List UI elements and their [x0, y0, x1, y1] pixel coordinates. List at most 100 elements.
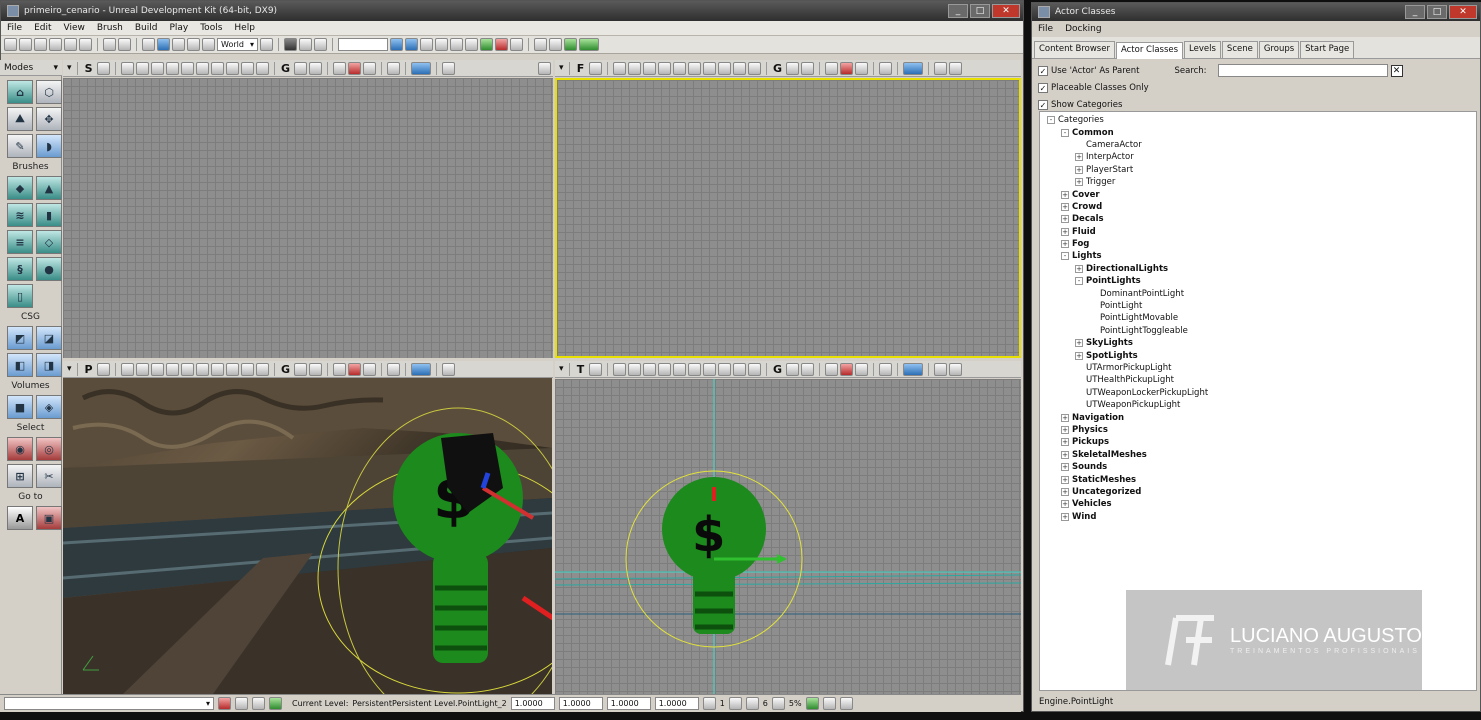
goto-actor-icon[interactable]: A — [7, 506, 33, 530]
lightmap-density-icon[interactable] — [255, 362, 269, 376]
game-view-toggle[interactable]: G — [772, 62, 784, 75]
realtime-icon[interactable] — [588, 61, 602, 75]
detail-lighting-icon[interactable] — [672, 362, 686, 376]
lightmap-density-icon[interactable] — [255, 61, 269, 75]
linear-stair-brush-icon[interactable]: ≡ — [7, 230, 33, 254]
tree-item[interactable]: + PlayerStart — [1040, 164, 1476, 176]
play-in-viewport-icon[interactable] — [410, 362, 431, 376]
shader-complexity-icon[interactable] — [732, 362, 746, 376]
checkbox-checked-icon[interactable]: ✓ — [1038, 65, 1048, 76]
expand-icon[interactable]: + — [1061, 487, 1069, 496]
expand-icon[interactable]: + — [1061, 202, 1069, 211]
wireframe-icon[interactable] — [135, 61, 149, 75]
shader-complexity-icon[interactable] — [240, 61, 254, 75]
cube-brush-icon[interactable]: ◆ — [7, 176, 33, 200]
lit-icon[interactable] — [165, 61, 179, 75]
mesh-paint-mode-icon[interactable]: ✎ — [7, 134, 33, 158]
brush-wireframe-icon[interactable] — [120, 61, 134, 75]
play-in-viewport-icon[interactable] — [902, 362, 923, 376]
eye-icon[interactable] — [800, 61, 814, 75]
status-icon-b[interactable] — [235, 697, 248, 710]
rotate-mode-icon[interactable] — [172, 38, 185, 51]
camera-speed-icon[interactable] — [854, 362, 868, 376]
chevron-down-icon[interactable]: ▾ — [67, 364, 72, 374]
unlit-icon[interactable] — [150, 61, 164, 75]
lit-icon[interactable] — [657, 362, 671, 376]
viewport-options-icon[interactable] — [441, 61, 455, 75]
tree-item[interactable]: - Categories — [1040, 114, 1476, 126]
csg-intersect-icon[interactable]: ◧ — [7, 353, 33, 377]
volumetric-brush-icon[interactable]: ▯ — [7, 284, 33, 308]
lighting-only-icon[interactable] — [687, 61, 701, 75]
scale-value-y[interactable]: 1.0000 — [654, 697, 699, 710]
light-complexity-icon[interactable] — [702, 61, 716, 75]
expand-icon[interactable]: + — [1075, 339, 1083, 348]
viewport-perspective[interactable]: $ — [63, 378, 552, 694]
checkbox-icon[interactable] — [822, 697, 836, 710]
menu-file[interactable]: File — [1032, 24, 1059, 34]
eye-icon[interactable] — [308, 61, 322, 75]
minimize-button[interactable]: _ — [948, 4, 968, 18]
tree-item[interactable]: + Fog — [1040, 238, 1476, 250]
collapse-icon[interactable]: - — [1075, 277, 1083, 286]
light-complexity-icon[interactable] — [210, 362, 224, 376]
tab-start-page[interactable]: Start Page — [1300, 41, 1355, 58]
realtime-icon[interactable] — [96, 362, 110, 376]
cinematic-icon[interactable] — [347, 362, 361, 376]
scale-value-x[interactable]: 1.0000 — [606, 697, 651, 710]
eye-icon[interactable] — [308, 362, 322, 376]
save-icon[interactable] — [49, 38, 62, 51]
wireframe-icon[interactable] — [627, 362, 641, 376]
expand-icon[interactable]: + — [1075, 264, 1083, 273]
brush-wireframe-icon[interactable] — [612, 61, 626, 75]
build-lighting-icon[interactable] — [404, 38, 418, 51]
expand-icon[interactable]: + — [1061, 215, 1069, 224]
cinematic-icon[interactable] — [839, 61, 853, 75]
volume-options-icon[interactable]: ◈ — [36, 395, 62, 419]
angle-icon[interactable] — [745, 697, 759, 710]
goto-builder-brush-icon[interactable]: ▣ — [36, 506, 62, 530]
tree-item[interactable]: + Uncategorized — [1040, 486, 1476, 498]
csg-add-icon[interactable]: ◩ — [7, 326, 33, 350]
tree-item[interactable]: + StaticMeshes — [1040, 473, 1476, 485]
play-in-viewport-icon[interactable] — [410, 61, 431, 75]
chevron-down-icon[interactable]: ▾ — [67, 63, 72, 73]
menu-help[interactable]: Help — [228, 23, 261, 33]
lock-icon[interactable] — [293, 362, 307, 376]
tree-item[interactable]: DominantPointLight — [1040, 287, 1476, 299]
texture-density-icon[interactable] — [225, 362, 239, 376]
light-complexity-icon[interactable] — [702, 362, 716, 376]
expand-icon[interactable]: + — [1061, 240, 1069, 249]
game-view-toggle[interactable]: G — [772, 363, 784, 376]
menu-tools[interactable]: Tools — [194, 23, 228, 33]
maximize-button[interactable]: □ — [970, 4, 990, 18]
tree-item[interactable]: + Physics — [1040, 424, 1476, 436]
shader-complexity-icon[interactable] — [240, 362, 254, 376]
expand-icon[interactable]: + — [1075, 153, 1083, 162]
maximize-viewport-icon[interactable] — [878, 61, 892, 75]
tree-item[interactable]: + SkyLights — [1040, 337, 1476, 349]
drag-grid-slider[interactable] — [337, 38, 388, 51]
find-actors-icon[interactable] — [259, 38, 273, 51]
viewport-type-perspective[interactable]: P — [83, 363, 95, 376]
viewport-type-front[interactable]: F — [575, 62, 587, 75]
expand-icon[interactable]: + — [1075, 351, 1083, 360]
static-mesh-mode-icon[interactable]: ◗ — [36, 134, 62, 158]
maximize-viewport-icon[interactable] — [878, 362, 892, 376]
new-map-icon[interactable] — [4, 38, 17, 51]
game-view-toggle[interactable]: G — [280, 62, 292, 75]
show-selected-icon[interactable]: ◉ — [7, 437, 33, 461]
gizmo-arrow[interactable] — [777, 554, 787, 564]
curved-stair-brush-icon[interactable]: ≋ — [7, 203, 33, 227]
menu-docking[interactable]: Docking — [1059, 24, 1108, 34]
viewport-options-icon[interactable] — [933, 61, 947, 75]
select-mode-icon[interactable] — [142, 38, 155, 51]
tree-item[interactable]: + SpotLights — [1040, 349, 1476, 361]
viewport-options-icon[interactable] — [933, 362, 947, 376]
tree-item[interactable]: PointLightToggleable — [1040, 325, 1476, 337]
sphere-brush-icon[interactable]: ● — [36, 257, 62, 281]
actor-classes-title-bar[interactable]: Actor Classes _ □ ✕ — [1032, 3, 1480, 21]
expand-icon[interactable]: + — [1061, 500, 1069, 509]
tree-item[interactable]: + SkeletalMeshes — [1040, 449, 1476, 461]
light-complexity-icon[interactable] — [210, 61, 224, 75]
